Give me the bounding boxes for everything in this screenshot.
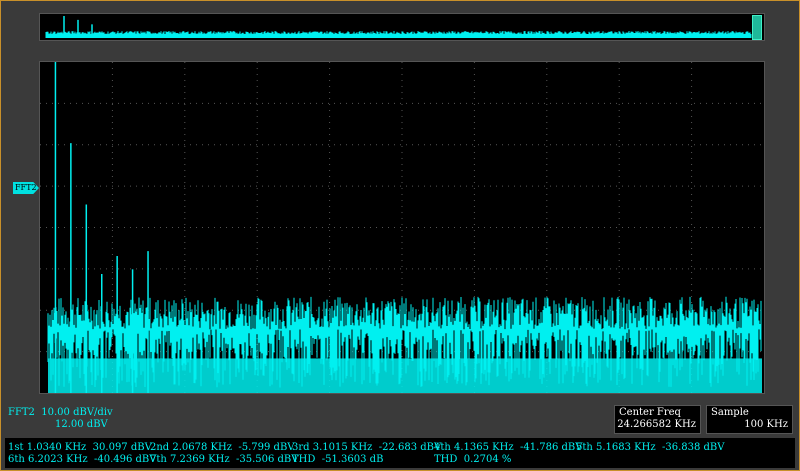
center-freq-title: Center Freq (619, 407, 681, 418)
harmonic-7: 7th 7.2369 KHz -35.506 dBV (150, 454, 299, 465)
fft-plot (40, 62, 764, 393)
harmonic-4: 4th 4.1365 KHz -41.786 dBV (434, 442, 583, 453)
harmonic-2: 2nd 2.0678 KHz -5.799 dBV (150, 442, 295, 453)
overview-noise (45, 31, 752, 38)
thd-db: THD -51.3603 dB (292, 454, 384, 465)
channel-scale: FFT2 10.00 dBV/div (8, 407, 113, 418)
harmonic-5: 5th 5.1683 KHz -36.838 dBV (576, 442, 725, 453)
fft2-marker-label: FFT2 (15, 183, 37, 192)
noise-fill (48, 358, 762, 393)
harmonic-6: 6th 6.2023 KHz -40.496 dBV (8, 454, 157, 465)
channel-offset: 12.00 dBV (55, 419, 108, 430)
overview-zoom-window[interactable] (752, 15, 762, 40)
overview-trace (45, 16, 752, 38)
thd-percent: THD 0.2704 % (434, 454, 512, 465)
center-freq-box: Center Freq 24.266582 KHz (614, 405, 701, 434)
center-freq-value: 24.266582 KHz (617, 419, 696, 430)
sample-value: 100 KHz (744, 419, 788, 430)
sample-title: Sample (711, 407, 749, 418)
harmonic-3: 3rd 3.1015 KHz -22.683 dBV (292, 442, 442, 453)
sample-box: Sample 100 KHz (706, 405, 793, 434)
harmonic-1: 1st 1.0340 KHz 30.097 dBV (8, 442, 152, 453)
overview-strip[interactable] (39, 13, 765, 41)
fft-display-grid (39, 61, 765, 394)
